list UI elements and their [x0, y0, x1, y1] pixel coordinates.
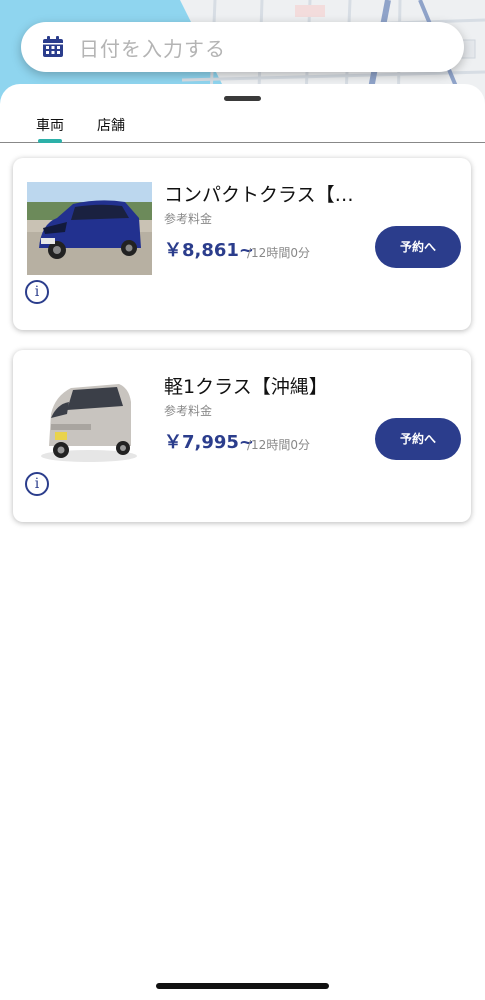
vehicle-card[interactable]: i コンパクトクラス【… 参考料金 ￥8,861~ /12時間0分 予約へ [13, 158, 471, 330]
info-icon[interactable]: i [25, 472, 49, 496]
tab-bar: 車両 店舗 [0, 118, 485, 143]
vehicle-name: 軽1クラス【沖縄】 [164, 376, 328, 398]
reserve-button[interactable]: 予約へ [375, 418, 461, 460]
date-search-input[interactable]: 日付を入力する [21, 22, 464, 72]
home-indicator[interactable] [156, 983, 329, 989]
info-icon[interactable]: i [25, 280, 49, 304]
bottom-sheet: 車両 店舗 i コンパクトクラス【… 参考料金 ￥8,861~ /12時間0分 … [0, 84, 485, 1000]
calendar-icon [43, 36, 63, 57]
vehicle-photo [27, 374, 152, 467]
tab-stores[interactable]: 店舗 [97, 118, 125, 142]
reserve-button[interactable]: 予約へ [375, 226, 461, 268]
reference-price-label: 参考料金 [164, 404, 213, 418]
active-tab-indicator [38, 139, 62, 143]
price-unit: /12時間0分 [247, 246, 310, 260]
vehicle-price: ￥7,995~ [164, 432, 255, 453]
date-search-placeholder: 日付を入力する [79, 36, 226, 61]
reference-price-label: 参考料金 [164, 212, 213, 226]
price-unit: /12時間0分 [247, 438, 310, 452]
vehicle-name: コンパクトクラス【… [164, 184, 354, 206]
vehicle-card[interactable]: i 軽1クラス【沖縄】 参考料金 ￥7,995~ /12時間0分 予約へ [13, 350, 471, 522]
sheet-grabber[interactable] [224, 96, 261, 101]
vehicle-price: ￥8,861~ [164, 240, 255, 261]
vehicle-photo [27, 182, 152, 275]
